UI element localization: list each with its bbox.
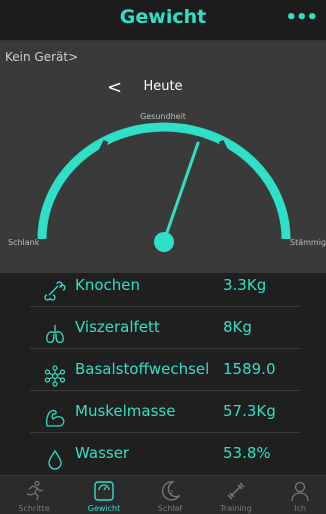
tab-label: Schritte — [18, 504, 50, 513]
divider — [30, 306, 300, 307]
metric-label: Muskelmasse — [75, 402, 176, 420]
metric-row-muscle-mass: Muskelmasse 57.3Kg — [30, 399, 326, 441]
running-icon — [26, 480, 44, 501]
bottom-tab-bar: Schritte Gewicht z Schlaf Training Ich — [0, 475, 326, 514]
top-bar: Gewicht ••• — [0, 0, 326, 41]
metric-value: 3.3Kg — [223, 276, 267, 294]
metric-row-visceral-fat: Viszeralfett 8Kg — [30, 315, 326, 357]
person-icon — [291, 481, 309, 502]
metric-value: 1589.0 — [223, 360, 276, 378]
metric-label: Basalstoffwechsel — [75, 360, 210, 378]
tab-training[interactable]: Training — [206, 478, 266, 514]
tab-label: Training — [220, 504, 252, 513]
scale-icon — [94, 481, 114, 501]
gauge-label-left: Schlank — [8, 238, 40, 247]
gauge-needle-hub — [154, 232, 174, 252]
tab-label: Ich — [294, 504, 306, 513]
metric-value: 8Kg — [223, 318, 252, 336]
gauge-panel: Kein Gerät> < Heute Gesundheit Schlank S… — [0, 41, 326, 273]
svg-text:z: z — [170, 489, 173, 496]
metric-row-basal-metabolism: Basalstoffwechsel 1589.0 — [30, 357, 326, 399]
water-drop-icon — [48, 449, 62, 470]
tab-label: Gewicht — [87, 504, 121, 513]
moon-icon: z — [162, 481, 181, 501]
metric-row-bone: Knochen 3.3Kg — [30, 273, 326, 315]
tab-me[interactable]: Ich — [270, 478, 326, 514]
tab-steps[interactable]: Schritte — [4, 478, 64, 514]
gauge-needle — [162, 141, 200, 243]
metric-label: Wasser — [75, 444, 130, 462]
gauge-label-right: Stämmig — [289, 238, 326, 247]
tab-sleep[interactable]: z Schlaf — [140, 478, 200, 514]
bone-icon — [44, 281, 66, 301]
metric-label: Viszeralfett — [75, 318, 160, 336]
weight-gauge — [37, 122, 291, 252]
more-options-button[interactable]: ••• — [285, 7, 318, 28]
divider — [30, 390, 300, 391]
lungs-icon — [46, 325, 64, 343]
metrics-list: Knochen 3.3Kg Viszeralfett 8Kg Basalstof… — [0, 273, 326, 475]
gauge-arc — [37, 122, 291, 240]
tab-label: Schlaf — [157, 504, 183, 513]
muscle-icon — [45, 409, 65, 427]
metric-label: Knochen — [75, 276, 141, 294]
molecule-icon — [44, 365, 66, 387]
dumbbell-icon — [227, 482, 245, 500]
gauge-label-top: Gesundheit — [140, 112, 186, 121]
page-title: Gewicht — [119, 6, 207, 28]
divider — [30, 432, 300, 433]
metric-value: 57.3Kg — [223, 402, 276, 420]
divider — [30, 348, 300, 349]
metric-value: 53.8% — [223, 444, 271, 462]
tab-weight[interactable]: Gewicht — [74, 478, 134, 514]
